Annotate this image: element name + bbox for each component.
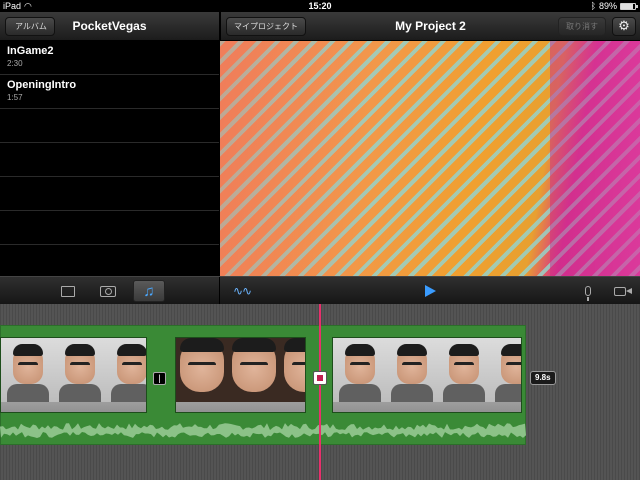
video-clip-icon [61,285,75,297]
audio-tab[interactable]: ♫ [133,280,165,302]
battery-icon [620,2,638,10]
gear-icon: ⚙ [618,18,630,33]
clip-thumbnail [228,338,280,412]
transition-marker[interactable]: | [153,372,166,385]
empty-row [0,109,219,143]
clip-thumbnail [53,338,105,412]
record-voiceover-button[interactable] [572,280,604,302]
microphone-icon [585,286,591,301]
video-camera-icon [614,286,632,296]
song-list: InGame2 2:30 OpeningIntro 1:57 [0,41,219,245]
audio-waveform-button[interactable]: ∿∿ [226,280,258,302]
clip-duration-badge: 9.8s [530,371,556,385]
clip-thumbnail [1,338,53,412]
video-tab[interactable] [52,280,84,302]
audio-browser: アルバム PocketVegas InGame2 2:30 OpeningInt… [0,12,219,276]
project-viewer: マイプロジェクト My Project 2 取り消す ⚙ [220,12,640,276]
clip-thumbnail [280,338,305,412]
camera-record-button[interactable] [604,280,636,302]
clip-thumbnail [437,338,489,412]
clip-thumbnail [105,338,146,412]
clip-thumbnail [489,338,521,412]
song-name: OpeningIntro [7,79,77,91]
photo-tab[interactable] [92,280,124,302]
play-icon [424,285,436,297]
clip-audio-strip [333,402,521,412]
status-bar: iPad ◠ 15:20 ᛒ 89% [0,0,640,12]
waveform-icon: ∿∿ [232,284,252,298]
empty-row [0,177,219,211]
project-navbar: マイプロジェクト My Project 2 取り消す ⚙ [220,12,640,41]
bluetooth-icon: ᛒ [590,1,596,11]
toolbar-divider [219,277,220,305]
settings-gear-button[interactable]: ⚙ [612,17,636,36]
video-clip[interactable] [0,337,147,413]
song-duration: 2:30 [7,59,23,68]
preview-shade [220,41,370,276]
browser-navbar: アルバム PocketVegas [0,12,219,41]
empty-row [0,143,219,177]
clock: 15:20 [308,1,332,11]
albums-back-button[interactable]: アルバム [5,17,55,36]
play-button[interactable] [414,280,446,302]
video-clip[interactable] [332,337,522,413]
playhead-handle[interactable] [313,371,327,385]
playhead[interactable] [319,304,321,480]
song-name: InGame2 [7,45,54,57]
clip-audio-strip [176,402,305,412]
song-item[interactable]: InGame2 2:30 [0,41,219,75]
video-clip[interactable] [175,337,306,413]
clip-audio-strip [1,402,146,412]
song-item[interactable]: OpeningIntro 1:57 [0,75,219,109]
clip-thumbnail [333,338,385,412]
song-duration: 1:57 [7,93,23,102]
clip-thumbnail [176,338,228,412]
timeline[interactable]: | 9.8s [0,304,640,480]
media-toolbar: ♫ ∿∿ [0,276,640,305]
video-preview[interactable] [220,41,640,276]
clip-thumbnail [385,338,437,412]
my-projects-button[interactable]: マイプロジェクト [226,17,306,36]
camera-icon [100,285,116,297]
empty-row [0,211,219,245]
undo-button[interactable]: 取り消す [558,17,606,36]
audio-waveform [0,423,526,438]
preview-shade [550,41,640,276]
music-note-icon: ♫ [143,282,155,300]
battery-percent: 89% [598,1,617,11]
